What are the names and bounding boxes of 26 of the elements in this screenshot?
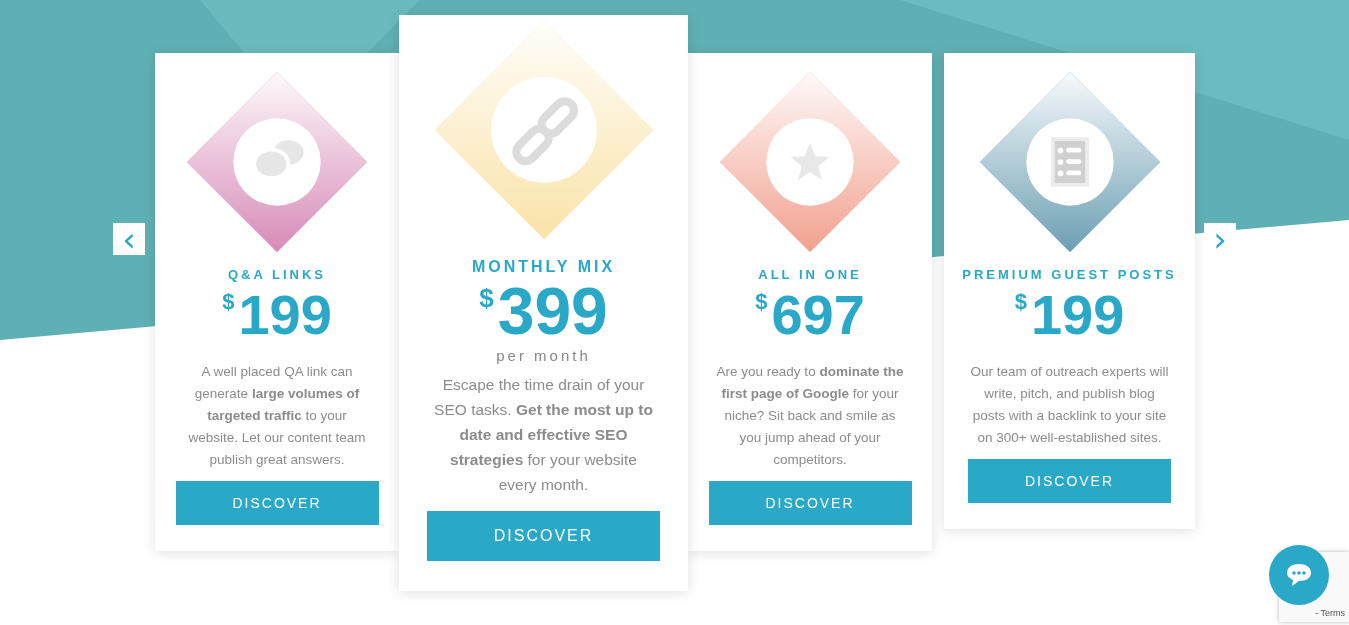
plan-price: 199 (1030, 283, 1125, 347)
plan-title: ALL IN ONE (758, 267, 862, 283)
chat-bubble-icon (1285, 562, 1313, 588)
plan-description: Our team of outreach experts will write, pitch, and publish blog posts with a backlink to your site on 300+ well-established sites. (969, 363, 1170, 447)
plan-title: PREMIUM GUEST POSTS (962, 267, 1177, 283)
discover-button[interactable]: DISCOVER (708, 481, 912, 525)
billing-period: per month (496, 347, 591, 364)
currency-symbol: $ (222, 289, 235, 315)
terms-link[interactable]: - Terms (1315, 608, 1345, 619)
plan-price: 199 (238, 283, 332, 347)
discover-button[interactable]: DISCOVER (968, 459, 1171, 503)
plan-title: MONTHLY MIX (471, 259, 616, 275)
plan-description: Escape the time drain of your SEO tasks. Get the most up to date and effective SEO strategies for your website every month. (433, 375, 654, 495)
chain-link-icon (511, 97, 578, 166)
plan-description: Are you ready to dominate the first page of Google for your niche? Sit back and smile as you jump ahead of your competitors. (715, 363, 905, 469)
document-list-icon (1050, 137, 1089, 187)
discover-button[interactable]: DISCOVER (427, 511, 660, 561)
plan-description: A well placed QA link can generate large volumes of targeted traffic to your website. Let our content team publish great answers. (187, 363, 367, 469)
currency-symbol: $ (755, 289, 768, 315)
plan-price: 399 (497, 275, 608, 347)
discover-button[interactable]: DISCOVER (175, 481, 379, 525)
chat-button[interactable] (1269, 545, 1329, 605)
currency-symbol: $ (1014, 289, 1027, 315)
plan-title: Q&A LINKS (228, 267, 326, 283)
currency-symbol: $ (479, 283, 494, 314)
plan-price: 697 (771, 283, 865, 347)
